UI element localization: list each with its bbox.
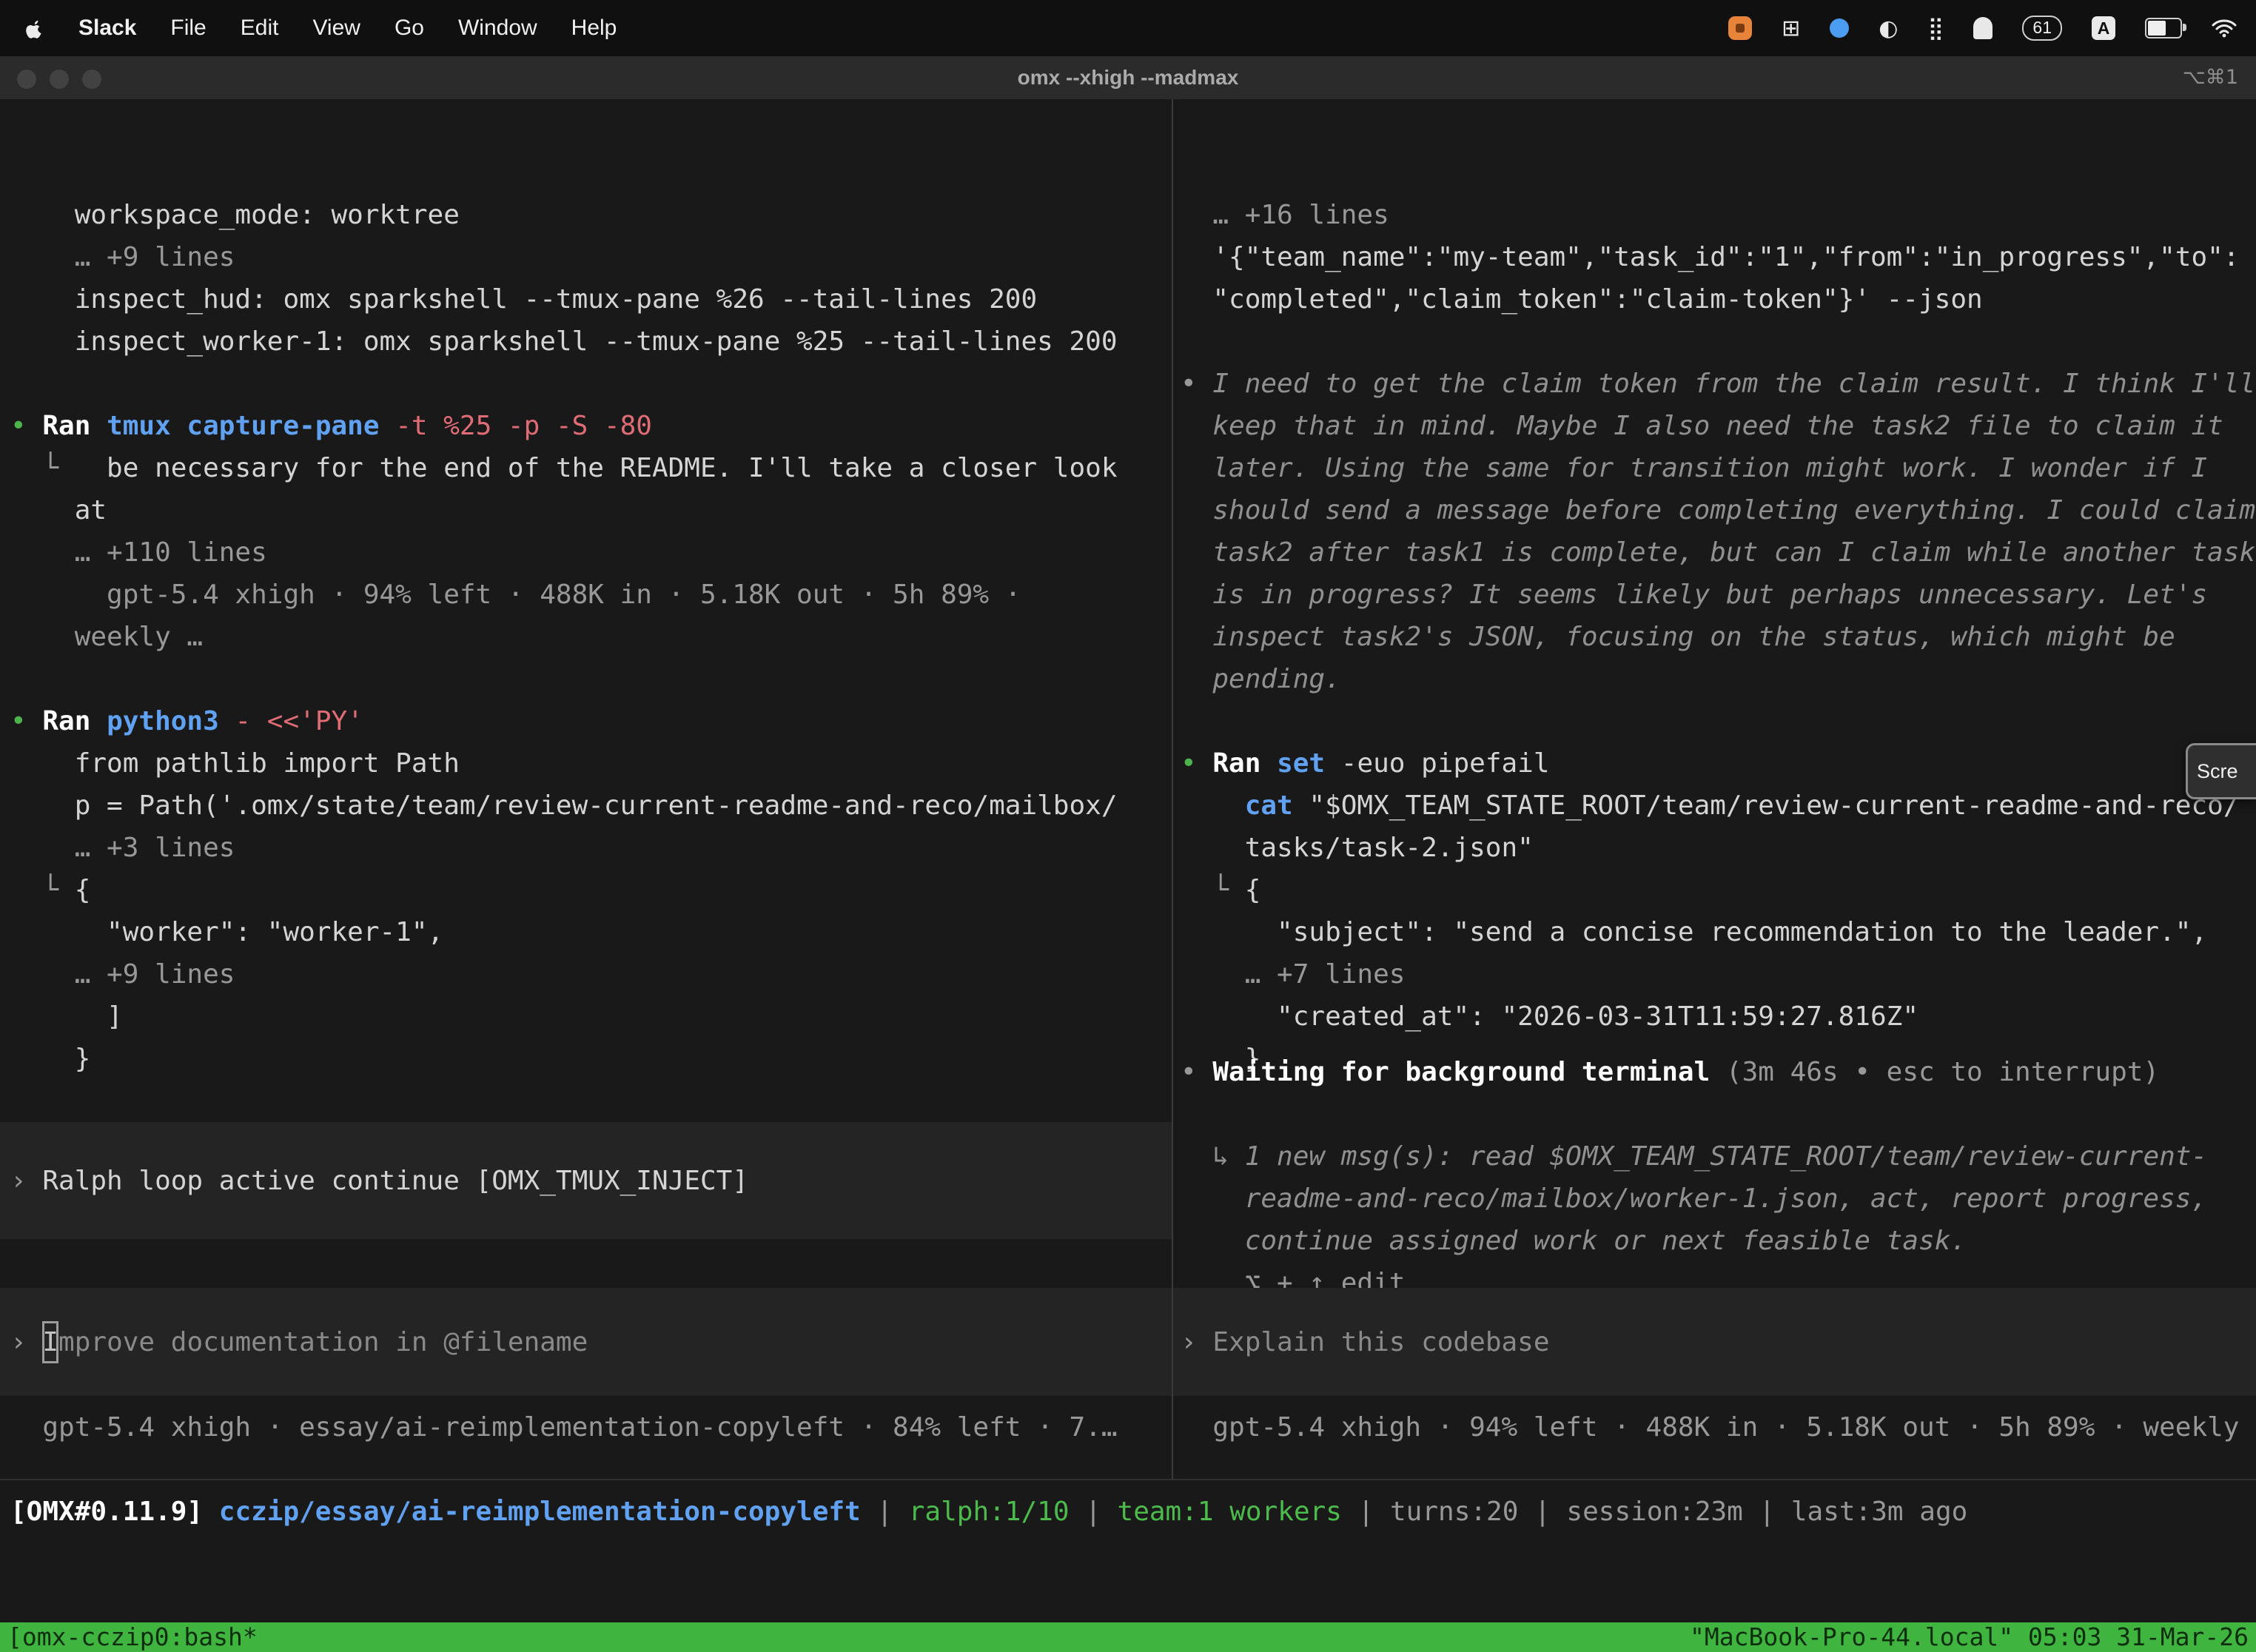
- menu-items: File Edit View Go Window Help: [170, 16, 617, 41]
- terminal-content: workspace_mode: worktree … +9 lines insp…: [0, 99, 2256, 1652]
- model-status-left: gpt-5.4 xhigh · essay/ai-reimplementatio…: [10, 1406, 1172, 1448]
- terminal-line: [10, 658, 1172, 700]
- left-scrollback: workspace_mode: worktree … +9 lines insp…: [10, 194, 1172, 1323]
- terminal-line: p = Path('.omx/state/team/review-current…: [10, 785, 1172, 827]
- terminal-line: }: [10, 1038, 1172, 1080]
- terminal-line: • Ran tmux capture-pane -t %25 -p -S -80: [10, 405, 1172, 447]
- right-scrollback: … +16 lines '{"team_name":"my-team","tas…: [1181, 194, 2256, 1080]
- terminal-line: … +110 lines: [10, 531, 1172, 574]
- pane-bottom-border: [0, 1479, 2256, 1480]
- terminal-window: omx --xhigh --madmax ⌥⌘1 workspace_mode:…: [0, 56, 2256, 1652]
- menu-item-go[interactable]: Go: [395, 16, 424, 41]
- terminal-line: … +3 lines: [10, 827, 1172, 869]
- status-band: › Ralph loop active continue [OMX_TMUX_I…: [0, 1122, 1172, 1239]
- window-shortcut-hint: ⌥⌘1: [2183, 56, 2238, 99]
- terminal-line: "subject": "send a concise recommendatio…: [1181, 911, 2256, 953]
- terminal-line: inspect_hud: omx sparkshell --tmux-pane …: [10, 278, 1172, 320]
- terminal-line: continue assigned work or next feasible …: [1181, 1220, 2256, 1262]
- terminal-line: [10, 1239, 1172, 1281]
- wifi-icon[interactable]: [2212, 19, 2237, 38]
- window-titlebar[interactable]: omx --xhigh --madmax ⌥⌘1: [0, 56, 2256, 101]
- terminal-line: later. Using the same for transition mig…: [1181, 447, 2256, 489]
- contrast-circle-icon[interactable]: ◐: [1879, 16, 1898, 41]
- terminal-line: "created_at": "2026-03-31T11:59:27.816Z": [1181, 995, 2256, 1038]
- app-menu-title[interactable]: Slack: [78, 16, 136, 41]
- apple-menu-icon[interactable]: [25, 17, 44, 39]
- terminal-line: at: [10, 489, 1172, 531]
- terminal-line: ↳ 1 new msg(s): read $OMX_TEAM_STATE_ROO…: [1181, 1135, 2256, 1178]
- terminal-line: … +7 lines: [1181, 953, 2256, 995]
- terminal-line: should send a message before completing …: [1181, 489, 2256, 531]
- terminal-line: "worker": "worker-1",: [10, 911, 1172, 953]
- terminal-line: gpt-5.4 xhigh · 94% left · 488K in · 5.1…: [10, 574, 1172, 616]
- liquid-drop-icon[interactable]: [1830, 19, 1849, 38]
- menu-item-file[interactable]: File: [170, 16, 206, 41]
- screenshot-popup[interactable]: Scre: [2186, 743, 2256, 799]
- screen-recording-icon[interactable]: [1728, 16, 1752, 40]
- terminal-line: readme-and-reco/mailbox/worker-1.json, a…: [1181, 1178, 2256, 1220]
- terminal-line: keep that in mind. Maybe I also need the…: [1181, 405, 2256, 447]
- menu-item-edit[interactable]: Edit: [241, 16, 279, 41]
- terminal-line: tasks/task-2.json": [1181, 827, 2256, 869]
- terminal-line: … +16 lines: [1181, 194, 2256, 236]
- tmux-host-clock: "MacBook-Pro-44.local" 05:03 31-Mar-26: [1690, 1622, 2249, 1652]
- menu-bar: Slack File Edit View Go Window Help ⊞ ◐ ⣿ 61 …: [0, 0, 2256, 56]
- input-source-icon[interactable]: A: [2092, 16, 2115, 40]
- model-status-right: gpt-5.4 xhigh · 94% left · 488K in · 5.1…: [1181, 1406, 2256, 1448]
- terminal-line: • I need to get the claim token from the…: [1181, 363, 2256, 405]
- terminal-line: • Ran set -euo pipefail: [1181, 742, 2256, 785]
- terminal-line: • Ran python3 - <<'PY': [10, 700, 1172, 742]
- terminal-line: [1181, 700, 2256, 742]
- mailbox-notice: ↳ 1 new msg(s): read $OMX_TEAM_STATE_ROO…: [1173, 1135, 2256, 1304]
- menu-item-view[interactable]: View: [312, 16, 360, 41]
- prompt-input-left[interactable]: › Improve documentation in @filename: [0, 1288, 1172, 1396]
- tmux-session-label[interactable]: [omx-cczip0:bash*: [7, 1622, 258, 1652]
- battery-percent-badge[interactable]: 61: [2022, 16, 2062, 41]
- omx-session-status-line: [OMX#0.11.9] cczip/essay/ai-reimplementa…: [10, 1491, 2256, 1533]
- terminal-line: weekly …: [10, 616, 1172, 658]
- terminal-line: task2 after task1 is complete, but can I…: [1181, 531, 2256, 574]
- terminal-line: pending.: [1181, 658, 2256, 700]
- tmux-pane-right: … +16 lines '{"team_name":"my-team","tas…: [1173, 99, 2256, 1479]
- tmux-pane-left: workspace_mode: worktree … +9 lines insp…: [0, 99, 1172, 1479]
- battery-icon[interactable]: [2145, 18, 2182, 38]
- terminal-line: └ {: [10, 869, 1172, 911]
- keyboard-grid-icon[interactable]: ⊞: [1782, 16, 1800, 41]
- tmux-status-bar: [omx-cczip0:bash* "MacBook-Pro-44.local"…: [0, 1622, 2256, 1652]
- terminal-line: inspect task2's JSON, focusing on the st…: [1181, 616, 2256, 658]
- menu-item-help[interactable]: Help: [571, 16, 617, 41]
- terminal-line: └ {: [1181, 869, 2256, 911]
- terminal-line: from pathlib import Path: [10, 742, 1172, 785]
- terminal-line: '{"team_name":"my-team","task_id":"1","f…: [1181, 236, 2256, 278]
- terminal-line: └ be necessary for the end of the README…: [10, 447, 1172, 489]
- terminal-line: workspace_mode: worktree: [10, 194, 1172, 236]
- terminal-line: … +9 lines: [10, 236, 1172, 278]
- terminal-line: cat "$OMX_TEAM_STATE_ROOT/team/review-cu…: [1181, 785, 2256, 827]
- terminal-line: ]: [10, 995, 1172, 1038]
- terminal-line: inspect_worker-1: omx sparkshell --tmux-…: [10, 320, 1172, 363]
- terminal-line: [1181, 320, 2256, 363]
- terminal-line: [10, 363, 1172, 405]
- terminal-line: [10, 1080, 1172, 1122]
- menu-item-window[interactable]: Window: [458, 16, 537, 41]
- terminal-line: … +9 lines: [10, 953, 1172, 995]
- terminal-line: is in progress? It seems likely but perh…: [1181, 574, 2256, 616]
- screenshot-popup-label: Scre: [2197, 751, 2238, 793]
- prompt-input-right[interactable]: › Explain this codebase: [1173, 1288, 2256, 1396]
- terminal-line: "completed","claim_token":"claim-token"}…: [1181, 278, 2256, 320]
- menu-bar-left: Slack File Edit View Go Window Help: [0, 16, 617, 41]
- waiting-status-line: • Waiting for background terminal (3m 46…: [1181, 1051, 2256, 1093]
- menu-bar-status-icons: ⊞ ◐ ⣿ 61 A: [1728, 16, 2256, 41]
- window-title: omx --xhigh --madmax: [0, 56, 2256, 99]
- dots-grid-icon[interactable]: ⣿: [1927, 16, 1944, 41]
- ghost-icon[interactable]: [1973, 17, 1993, 39]
